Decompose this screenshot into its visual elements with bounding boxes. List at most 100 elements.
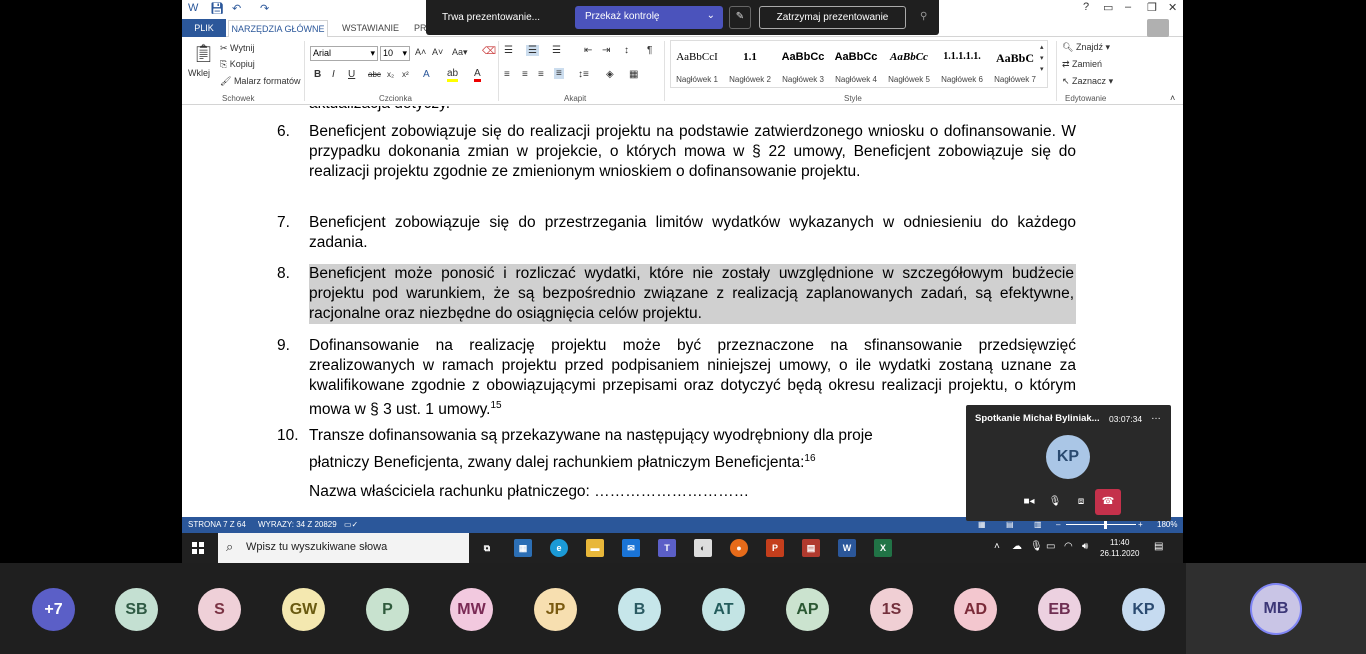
bold-icon[interactable]: B: [314, 69, 321, 80]
align-left-icon[interactable]: ≡: [504, 69, 510, 80]
share-screen-icon[interactable]: ⧈: [1068, 489, 1094, 515]
edge-icon[interactable]: e: [550, 539, 568, 557]
ribbon-display-button[interactable]: ▭: [1103, 1, 1113, 14]
align-right-icon[interactable]: ≡: [538, 69, 544, 80]
participant-avatar[interactable]: S: [198, 588, 241, 631]
camera-icon[interactable]: ■◂: [1016, 489, 1042, 515]
participant-avatar[interactable]: 1S: [870, 588, 913, 631]
clear-formatting-icon[interactable]: ⌫: [482, 46, 496, 57]
select-button[interactable]: ↖ Zaznacz ▾: [1062, 76, 1113, 87]
sort-icon[interactable]: ↕: [624, 45, 629, 56]
shrink-font-icon[interactable]: A˅: [432, 47, 443, 57]
style-heading-2[interactable]: 1.1 Nagłówek 2: [724, 45, 776, 91]
close-button[interactable]: ✕: [1168, 1, 1177, 14]
style-heading-1[interactable]: AaBbCcI Nagłówek 1: [671, 45, 723, 91]
font-color-icon[interactable]: A: [474, 68, 481, 82]
change-case-icon[interactable]: Aa▾: [452, 47, 468, 58]
meeting-mini-window[interactable]: Spotkanie Michał Byliniak... 03:07:34 … …: [966, 405, 1171, 521]
participant-avatar[interactable]: MW: [450, 588, 493, 631]
zoom-level[interactable]: 180%: [1157, 520, 1177, 529]
style-heading-7[interactable]: AaBbC Nagłówek 7: [989, 45, 1041, 91]
help-button[interactable]: ?: [1083, 1, 1089, 13]
bullets-icon[interactable]: ☰: [504, 45, 513, 56]
stop-presenting-button[interactable]: Zatrzymaj prezentowanie: [759, 6, 906, 29]
proofing-icon[interactable]: ▭✓: [344, 520, 358, 529]
tab-file[interactable]: PLIK: [182, 19, 226, 37]
redo-icon[interactable]: ↷: [260, 2, 269, 15]
shading-icon[interactable]: ◈: [606, 69, 614, 80]
footnote-ref[interactable]: 15: [490, 400, 501, 411]
undo-icon[interactable]: ↶: [232, 2, 241, 15]
teams-icon[interactable]: T: [658, 539, 676, 557]
cut-button[interactable]: ✂ Wytnij: [220, 43, 254, 54]
subscript-icon[interactable]: x₂: [387, 70, 394, 79]
italic-icon[interactable]: I: [332, 69, 335, 80]
volume-icon[interactable]: 🔊︎: [1082, 541, 1088, 552]
powerpoint-icon[interactable]: P: [766, 539, 784, 557]
mic-icon[interactable]: 🎙︎: [1030, 541, 1043, 552]
firefox-icon[interactable]: ●: [730, 539, 748, 557]
multilevel-list-icon[interactable]: ☰: [552, 45, 561, 56]
taskbar-search-input[interactable]: ⌕ Wpisz tu wyszukiwane słowa: [218, 533, 469, 563]
paste-button[interactable]: Wklej: [188, 68, 210, 78]
battery-icon[interactable]: ▭: [1046, 541, 1055, 552]
increase-indent-icon[interactable]: ⇥: [602, 45, 610, 56]
underline-icon[interactable]: U: [348, 69, 355, 80]
self-avatar[interactable]: MB: [1250, 583, 1302, 635]
wifi-icon[interactable]: ◠: [1064, 541, 1073, 552]
calculator-icon[interactable]: ▦: [514, 539, 532, 557]
align-center-icon[interactable]: ≡: [522, 69, 528, 80]
chevron-up-icon[interactable]: ˄: [994, 541, 1000, 552]
decrease-indent-icon[interactable]: ⇤: [584, 45, 592, 56]
style-heading-4[interactable]: AaBbCc Nagłówek 4: [830, 45, 882, 91]
app-icon[interactable]: ◐: [694, 539, 712, 557]
save-icon[interactable]: 💾︎: [210, 2, 224, 15]
participant-avatar[interactable]: JP: [534, 588, 577, 631]
footnote-ref[interactable]: 16: [804, 453, 815, 464]
give-control-dropdown[interactable]: Przekaż kontrolę ⌄: [575, 6, 723, 29]
copy-button[interactable]: ⎘ Kopiuj: [220, 59, 255, 70]
user-avatar-icon[interactable]: [1147, 19, 1169, 37]
taskbar-clock[interactable]: 11:40 26.11.2020: [1100, 537, 1139, 559]
participant-avatar[interactable]: SB: [115, 588, 158, 631]
word-count[interactable]: WYRAZY: 34 Z 20829: [258, 520, 337, 529]
paste-icon[interactable]: 📋︎: [192, 43, 215, 64]
text-effects-icon[interactable]: A: [423, 69, 430, 80]
mic-icon[interactable]: 🎙︎: [1042, 489, 1068, 515]
superscript-icon[interactable]: x²: [402, 70, 409, 79]
page-count[interactable]: STRONA 7 Z 64: [188, 520, 246, 529]
annotate-icon[interactable]: ✎: [729, 6, 751, 29]
participant-avatar[interactable]: P: [366, 588, 409, 631]
participant-avatar[interactable]: AP: [786, 588, 829, 631]
tab-home[interactable]: NARZĘDZIA GŁÓWNE: [228, 20, 328, 38]
zoom-in-icon[interactable]: +: [1138, 520, 1143, 529]
pin-icon[interactable]: ⚲: [920, 11, 927, 22]
web-layout-icon[interactable]: ▥: [1034, 520, 1042, 529]
styles-scroll-icon[interactable]: ▴ ▾ ▾: [1040, 42, 1044, 75]
participant-avatar[interactable]: B: [618, 588, 661, 631]
print-layout-icon[interactable]: ▤: [1006, 520, 1014, 529]
find-button[interactable]: 🔍︎ Znajdź ▾: [1062, 42, 1110, 53]
notifications-icon[interactable]: ▤: [1154, 541, 1163, 552]
style-heading-5[interactable]: AaBbCc Nagłówek 5: [883, 45, 935, 91]
participant-avatar[interactable]: +7: [32, 588, 75, 631]
file-explorer-icon[interactable]: ▬: [586, 539, 604, 557]
line-spacing-icon[interactable]: ↕≡: [578, 69, 589, 80]
justify-icon[interactable]: ≡: [554, 68, 564, 79]
more-options-icon[interactable]: …: [1151, 411, 1161, 422]
tab-insert[interactable]: WSTAWIANIE: [342, 21, 399, 37]
task-view-icon[interactable]: ⧉: [478, 539, 496, 557]
pilcrow-icon[interactable]: ¶: [647, 45, 652, 56]
style-heading-6[interactable]: 1.1.1.1.1. Nagłówek 6: [936, 45, 988, 91]
zoom-slider-thumb[interactable]: [1104, 520, 1107, 529]
participant-avatar[interactable]: EB: [1038, 588, 1081, 631]
cloud-icon[interactable]: ☁: [1012, 541, 1022, 552]
replace-button[interactable]: ⇄ Zamień: [1062, 59, 1102, 70]
participant-avatar[interactable]: KP: [1122, 588, 1165, 631]
zoom-out-icon[interactable]: –: [1056, 520, 1060, 529]
hang-up-button[interactable]: ☎: [1095, 489, 1121, 515]
style-heading-3[interactable]: AaBbCc Nagłówek 3: [777, 45, 829, 91]
read-mode-icon[interactable]: ▦: [978, 520, 986, 529]
zoom-slider[interactable]: [1066, 524, 1136, 525]
borders-icon[interactable]: ▦: [629, 69, 638, 80]
